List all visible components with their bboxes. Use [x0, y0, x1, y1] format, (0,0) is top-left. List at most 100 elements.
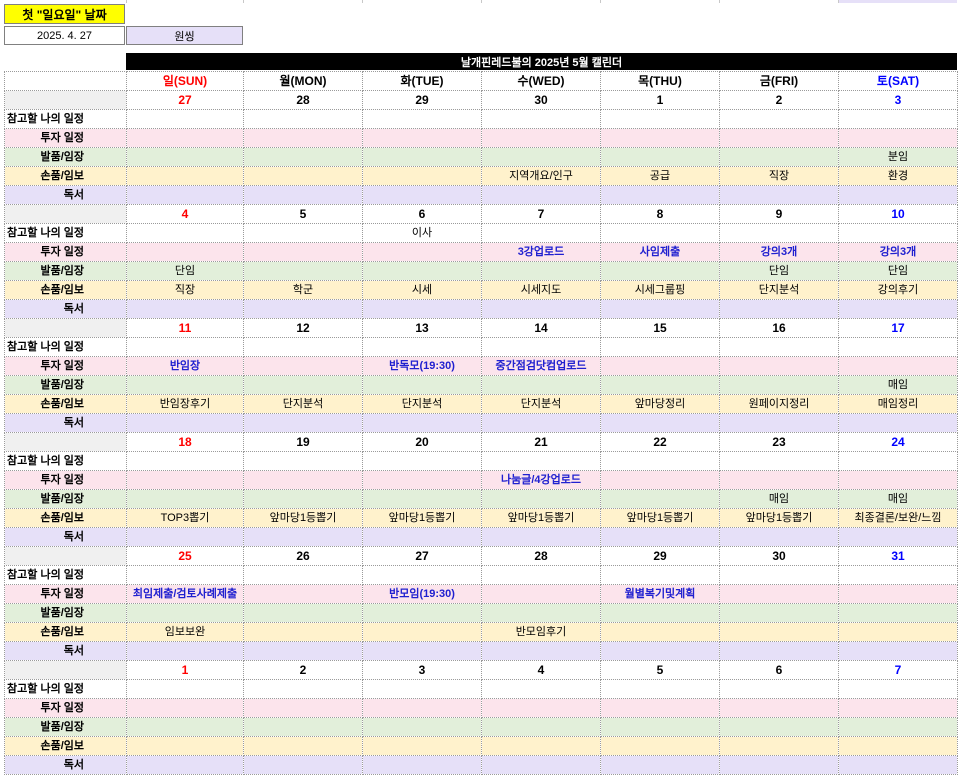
reference-schedule-cell[interactable]	[362, 565, 482, 585]
reading-cell[interactable]	[481, 527, 601, 547]
desk-research-cell[interactable]	[362, 622, 482, 642]
field-visit-cell[interactable]	[481, 603, 601, 623]
reading-label[interactable]: 독서	[4, 413, 127, 433]
date-cell[interactable]: 11	[126, 318, 244, 338]
investment-schedule-label[interactable]: 투자 일정	[4, 242, 127, 262]
date-cell[interactable]: 5	[243, 204, 363, 224]
reference-schedule-cell[interactable]	[243, 679, 363, 699]
reading-cell[interactable]	[838, 299, 958, 319]
reading-label[interactable]: 독서	[4, 185, 127, 205]
reading-cell[interactable]	[481, 185, 601, 205]
date-cell[interactable]: 14	[481, 318, 601, 338]
desk-research-cell[interactable]	[600, 736, 720, 756]
field-visit-label[interactable]: 발품/임장	[4, 147, 127, 167]
date-cell[interactable]: 19	[243, 432, 363, 452]
weekday-header-cell[interactable]: 금(FRI)	[719, 71, 839, 91]
reference-schedule-cell[interactable]	[243, 451, 363, 471]
reference-schedule-cell[interactable]	[481, 337, 601, 357]
date-cell[interactable]: 2	[243, 660, 363, 680]
reference-schedule-cell[interactable]	[719, 337, 839, 357]
field-visit-cell[interactable]	[362, 375, 482, 395]
investment-schedule-cell[interactable]	[600, 698, 720, 718]
reading-cell[interactable]	[719, 413, 839, 433]
reading-cell[interactable]	[481, 299, 601, 319]
desk-research-cell[interactable]: 원페이지정리	[719, 394, 839, 414]
reading-cell[interactable]	[126, 641, 244, 661]
reference-schedule-cell[interactable]	[126, 223, 244, 243]
field-visit-cell[interactable]	[719, 717, 839, 737]
desk-research-cell[interactable]: 반모임후기	[481, 622, 601, 642]
field-visit-cell[interactable]	[838, 717, 958, 737]
investment-schedule-cell[interactable]	[600, 470, 720, 490]
reading-cell[interactable]	[838, 413, 958, 433]
date-cell[interactable]: 17	[838, 318, 958, 338]
reference-schedule-cell[interactable]	[600, 565, 720, 585]
reference-schedule-cell[interactable]	[719, 109, 839, 129]
field-visit-cell[interactable]: 단임	[719, 261, 839, 281]
desk-research-cell[interactable]: 시세그룹핑	[600, 280, 720, 300]
desk-research-cell[interactable]: 시세지도	[481, 280, 601, 300]
first-sunday-label[interactable]: 첫 "일요일" 날짜	[4, 4, 125, 24]
investment-schedule-cell[interactable]: 나눔글/4강업로드	[481, 470, 601, 490]
date-cell[interactable]: 29	[600, 546, 720, 566]
date-cell[interactable]: 15	[600, 318, 720, 338]
reference-schedule-label[interactable]: 참고할 나의 일정	[4, 451, 127, 471]
reference-schedule-label[interactable]: 참고할 나의 일정	[4, 679, 127, 699]
desk-research-cell[interactable]: 앞마당1등뽑기	[719, 508, 839, 528]
investment-schedule-cell[interactable]	[838, 698, 958, 718]
desk-research-cell[interactable]	[838, 622, 958, 642]
reference-schedule-cell[interactable]	[481, 679, 601, 699]
reference-schedule-cell[interactable]	[838, 679, 958, 699]
reference-schedule-cell[interactable]	[719, 223, 839, 243]
investment-schedule-cell[interactable]	[600, 128, 720, 148]
field-visit-cell[interactable]	[243, 717, 363, 737]
desk-research-cell[interactable]: 강의후기	[838, 280, 958, 300]
desk-research-cell[interactable]: TOP3뽑기	[126, 508, 244, 528]
reference-schedule-label[interactable]: 참고할 나의 일정	[4, 565, 127, 585]
field-visit-cell[interactable]	[600, 261, 720, 281]
first-sunday-date-cell[interactable]: 2025. 4. 27	[4, 26, 125, 45]
investment-schedule-cell[interactable]	[838, 356, 958, 376]
field-visit-cell[interactable]	[600, 603, 720, 623]
reading-cell[interactable]	[362, 527, 482, 547]
investment-schedule-cell[interactable]	[362, 242, 482, 262]
reading-cell[interactable]	[243, 641, 363, 661]
field-visit-cell[interactable]	[243, 147, 363, 167]
reading-cell[interactable]	[719, 641, 839, 661]
desk-research-cell[interactable]: 반임장후기	[126, 394, 244, 414]
reading-cell[interactable]	[600, 527, 720, 547]
investment-schedule-cell[interactable]: 강의3개	[719, 242, 839, 262]
reference-schedule-cell[interactable]	[243, 109, 363, 129]
field-visit-cell[interactable]: 매임	[838, 375, 958, 395]
date-cell[interactable]: 21	[481, 432, 601, 452]
reference-schedule-cell[interactable]	[600, 223, 720, 243]
investment-schedule-cell[interactable]	[481, 698, 601, 718]
desk-research-cell[interactable]: 학군	[243, 280, 363, 300]
investment-schedule-cell[interactable]	[838, 584, 958, 604]
date-row-label-cell[interactable]	[4, 318, 127, 338]
reading-cell[interactable]	[126, 299, 244, 319]
reference-schedule-cell[interactable]: 이사	[362, 223, 482, 243]
reading-cell[interactable]	[243, 299, 363, 319]
investment-schedule-cell[interactable]	[243, 242, 363, 262]
date-cell[interactable]: 30	[719, 546, 839, 566]
reading-cell[interactable]	[838, 641, 958, 661]
field-visit-cell[interactable]	[600, 375, 720, 395]
date-cell[interactable]: 7	[838, 660, 958, 680]
date-cell[interactable]: 30	[481, 90, 601, 110]
reading-cell[interactable]	[719, 527, 839, 547]
reading-cell[interactable]	[600, 299, 720, 319]
reference-schedule-cell[interactable]	[838, 223, 958, 243]
date-cell[interactable]: 16	[719, 318, 839, 338]
date-cell[interactable]: 13	[362, 318, 482, 338]
date-cell[interactable]: 25	[126, 546, 244, 566]
reference-schedule-cell[interactable]	[126, 565, 244, 585]
investment-schedule-cell[interactable]	[719, 584, 839, 604]
date-cell[interactable]: 6	[362, 204, 482, 224]
desk-research-label[interactable]: 손품/임보	[4, 166, 127, 186]
reference-schedule-label[interactable]: 참고할 나의 일정	[4, 223, 127, 243]
field-visit-label[interactable]: 발품/임장	[4, 489, 127, 509]
reading-cell[interactable]	[838, 185, 958, 205]
field-visit-cell[interactable]	[481, 375, 601, 395]
field-visit-label[interactable]: 발품/임장	[4, 717, 127, 737]
